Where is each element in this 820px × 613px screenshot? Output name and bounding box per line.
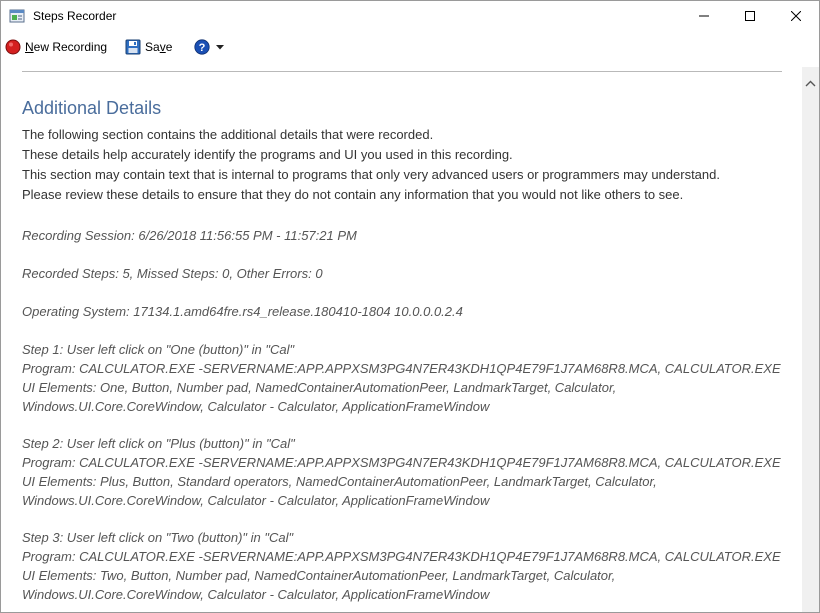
minimize-icon xyxy=(699,15,709,17)
step-detail: Step 2: User left click on "Plus (button… xyxy=(22,434,792,510)
chevron-up-icon xyxy=(805,80,816,87)
floppy-disk-icon xyxy=(125,39,141,55)
window-controls xyxy=(681,1,819,31)
toolbar: New Recording Save ? xyxy=(1,31,819,63)
recording-details-pane[interactable]: Additional Details The following section… xyxy=(1,63,801,612)
chevron-down-icon[interactable] xyxy=(216,44,225,50)
step-program: Program: CALCULATOR.EXE -SERVERNAME:APP.… xyxy=(22,549,781,564)
recorded-steps-summary: Recorded Steps: 5, Missed Steps: 0, Othe… xyxy=(22,266,323,281)
step-program: Program: CALCULATOR.EXE -SERVERNAME:APP.… xyxy=(22,361,781,376)
section-divider xyxy=(22,71,782,72)
step-detail: Step 1: User left click on "One (button)… xyxy=(22,340,792,416)
record-icon xyxy=(5,39,21,55)
step-detail: Step 3: User left click on "Two (button)… xyxy=(22,528,792,604)
new-recording-label: New Recording xyxy=(25,40,108,54)
scroll-up-button[interactable] xyxy=(802,75,819,92)
close-icon xyxy=(791,11,801,21)
help-icon: ? xyxy=(194,39,211,55)
step-ui-elements: UI Elements: Two, Button, Number pad, Na… xyxy=(22,568,616,583)
intro-line: Please review these details to ensure th… xyxy=(22,187,684,202)
step-ui-elements: UI Elements: Plus, Button, Standard oper… xyxy=(22,474,657,489)
operating-system: Operating System: 17134.1.amd64fre.rs4_r… xyxy=(22,304,463,319)
step-header: Step 3: User left click on "Two (button)… xyxy=(22,530,294,545)
step-ui-elements: Windows.UI.Core.CoreWindow, Calculator -… xyxy=(22,587,490,602)
intro-line: These details help accurately identify t… xyxy=(22,147,513,162)
svg-text:?: ? xyxy=(199,42,206,54)
step-ui-elements: Windows.UI.Core.CoreWindow, Calculator -… xyxy=(22,493,490,508)
recording-session: Recording Session: 6/26/2018 11:56:55 PM… xyxy=(22,228,357,243)
step-program: Program: CALCULATOR.EXE -SERVERNAME:APP.… xyxy=(22,455,781,470)
steps-recorder-app-icon xyxy=(9,8,25,24)
section-title: Additional Details xyxy=(22,98,162,118)
intro-line: The following section contains the addit… xyxy=(22,127,434,142)
new-recording-button[interactable]: New Recording xyxy=(5,35,107,59)
vertical-scrollbar[interactable] xyxy=(802,67,819,612)
close-button[interactable] xyxy=(773,1,819,31)
step-ui-elements: Windows.UI.Core.CoreWindow, Calculator -… xyxy=(22,399,490,414)
step-header: Step 2: User left click on "Plus (button… xyxy=(22,436,295,451)
minimize-button[interactable] xyxy=(681,1,727,31)
maximize-button[interactable] xyxy=(727,1,773,31)
title-bar[interactable]: Steps Recorder xyxy=(1,1,819,31)
step-header: Step 1: User left click on "One (button)… xyxy=(22,342,295,357)
window-title: Steps Recorder xyxy=(33,9,117,23)
save-label: Save xyxy=(145,40,173,54)
steps-recorder-window: Steps Recorder New Recording Save ? Addi… xyxy=(0,0,820,613)
help-button[interactable]: ? xyxy=(194,39,225,55)
step-ui-elements: UI Elements: One, Button, Number pad, Na… xyxy=(22,380,617,395)
intro-line: This section may contain text that is in… xyxy=(22,167,720,182)
maximize-icon xyxy=(745,11,755,21)
save-button[interactable]: Save xyxy=(125,35,172,59)
additional-details-section: Additional Details The following section… xyxy=(22,97,792,612)
